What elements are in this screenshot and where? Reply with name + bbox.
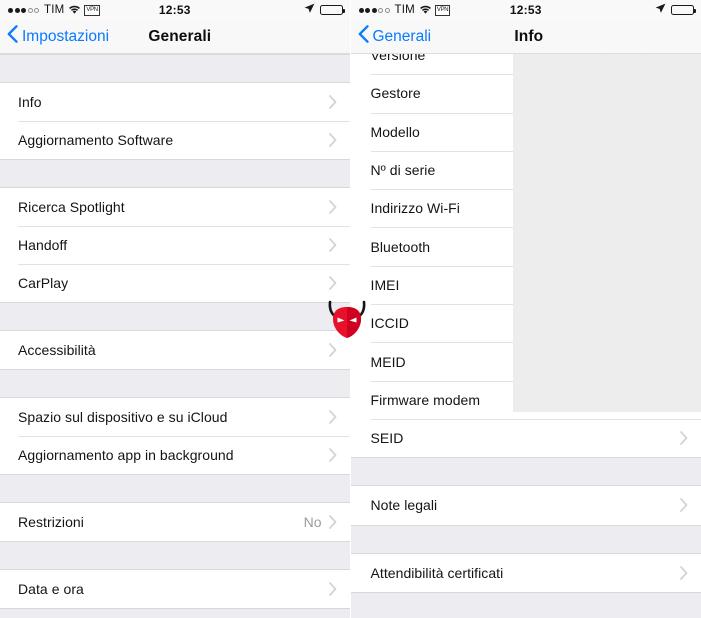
list-item-label: Note legali (370, 497, 438, 514)
left-phone-screen: TIM VPN 12:53 Impostazioni Generali Info… (0, 0, 350, 618)
list-item-label: Firmware modem (370, 391, 481, 408)
chevron-right-icon (680, 565, 688, 580)
list-item-label: Restrizioni (18, 514, 84, 530)
chevron-right-icon (328, 582, 337, 596)
list-item[interactable]: Aggiornamento Software (0, 121, 350, 159)
status-bar-clock: 12:53 (158, 3, 191, 17)
list-item[interactable]: ICCID (350, 304, 701, 343)
list-item-label: Spazio sul dispositivo e su iCloud (18, 409, 228, 425)
list-item[interactable]: Aggiornamento app in background (0, 436, 350, 474)
list-item-label: Accessibilità (18, 342, 96, 358)
list-item-value: No (303, 514, 322, 530)
list-item-label: ICCID (370, 315, 409, 332)
list-item[interactable]: Indirizzo Wi-Fi (350, 189, 701, 228)
chevron-right-icon (328, 200, 337, 214)
list-item[interactable]: Accessibilità (0, 331, 350, 369)
list-item[interactable]: Gestore (350, 74, 701, 113)
status-bar-right: TIM VPN 12:53 (350, 0, 701, 20)
nav-bar-left: Impostazioni Generali (0, 20, 350, 54)
status-bar-left: TIM VPN 12:53 (0, 0, 350, 20)
battery-icon (671, 5, 696, 15)
chevron-right-icon (328, 448, 337, 462)
status-bar-clock: 12:53 (509, 3, 542, 17)
list-item[interactable]: Handoff (0, 226, 350, 264)
list-item-label: Aggiornamento Software (18, 132, 174, 148)
list-item[interactable]: Attendibilità certificati (350, 553, 701, 592)
list-item-label: Bluetooth (370, 238, 431, 255)
chevron-right-icon (328, 410, 337, 424)
section-gap (0, 54, 350, 83)
list-item-label: MEID (370, 353, 406, 370)
section-gap (0, 541, 350, 570)
section-gap (0, 608, 350, 618)
location-arrow-icon (655, 3, 666, 17)
status-bar-right-cluster (304, 0, 345, 20)
chevron-right-icon (328, 95, 337, 109)
list-item-label: IMEI (370, 276, 400, 293)
nav-bar-right: Generali Info (350, 20, 701, 54)
list-item[interactable]: SEID (350, 418, 701, 458)
list-item-label: Handoff (18, 237, 68, 253)
list-item[interactable]: Ricerca Spotlight (0, 188, 350, 226)
page-title-generali: Generali (148, 27, 212, 45)
list-item[interactable]: CarPlay (0, 264, 350, 302)
chevron-right-icon (328, 133, 337, 147)
list-item-label: Indirizzo Wi-Fi (370, 200, 460, 217)
section-gap (350, 591, 701, 618)
list-item[interactable]: Nº di serie (350, 150, 701, 190)
list-item[interactable]: Bluetooth (350, 227, 701, 266)
list-item-label: Nº di serie (370, 162, 436, 179)
list-item[interactable]: MEID (350, 342, 701, 381)
list-item-label: SEID (370, 430, 404, 447)
list-item[interactable]: Note legali (350, 486, 701, 525)
list-item[interactable]: Data e ora (0, 570, 350, 608)
list-item[interactable]: Info (0, 83, 350, 121)
settings-list-left: Info Aggiornamento Software Ricerca Spotli… (0, 54, 350, 618)
list-item[interactable]: Spazio sul dispositivo e su iCloud (0, 398, 350, 436)
info-list-right: Versione Gestore Modello Nº di serie Indiriz… (350, 36, 701, 618)
chevron-right-icon (328, 276, 337, 290)
chevron-right-icon (680, 431, 688, 446)
right-phone-screen: TIM VPN 12:53 Generali Info Versione Ges… (349, 0, 701, 618)
list-item-label: Attendibilità certificati (370, 564, 504, 581)
section-gap (350, 524, 701, 554)
list-item-label: Modello (370, 123, 420, 140)
list-item-label: CarPlay (18, 275, 69, 291)
section-gap (0, 302, 350, 331)
list-item[interactable]: Modello (350, 112, 701, 151)
status-bar-right-cluster (655, 0, 696, 20)
list-item[interactable]: IMEI (350, 265, 701, 305)
list-item[interactable]: Restrizioni No (0, 503, 350, 541)
section-gap (0, 159, 350, 188)
list-item-label: Data e ora (18, 581, 84, 597)
chevron-right-icon (328, 515, 337, 529)
list-item-label: Aggiornamento app in background (18, 447, 234, 463)
chevron-right-icon (328, 238, 337, 252)
list-item-label: Gestore (370, 85, 421, 102)
location-arrow-icon (304, 3, 315, 17)
dual-screenshot-container: TIM VPN 12:53 Impostazioni Generali Info… (0, 0, 701, 618)
list-item-label: Info (18, 94, 42, 110)
section-gap (350, 457, 701, 487)
chevron-right-icon (328, 343, 337, 357)
list-item-label: Ricerca Spotlight (18, 199, 125, 215)
section-gap (0, 369, 350, 398)
chevron-right-icon (680, 498, 688, 513)
battery-icon (319, 5, 345, 15)
section-gap (0, 474, 350, 503)
page-title-info: Info (514, 27, 544, 45)
list-item[interactable]: Firmware modem (350, 380, 701, 419)
